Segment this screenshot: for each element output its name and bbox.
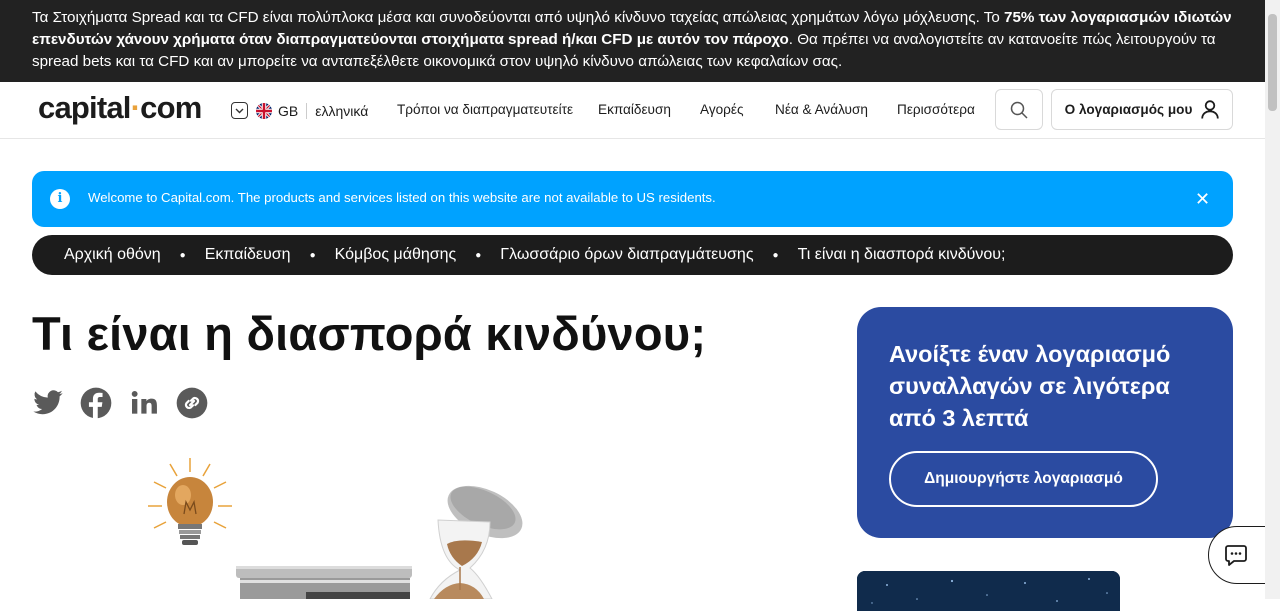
copy-link-icon[interactable] [176,387,208,419]
search-button[interactable] [995,89,1043,130]
breadcrumb-glossary[interactable]: Γλωσσάριο όρων διαπραγμάτευσης [500,246,753,264]
promo-banner-image[interactable] [857,571,1120,611]
user-icon [1201,100,1220,119]
nav-markets[interactable]: Αγορές [700,102,744,117]
region-code: GB [278,102,299,119]
chat-button[interactable] [1208,526,1268,584]
nav-more[interactable]: Περισσότερα [897,102,975,117]
breadcrumb: Αρχική οθόνη ● Εκπαίδευση ● Κόμβος μάθησης… [32,235,1233,275]
scrollbar-thumb[interactable] [1268,14,1277,111]
breadcrumb-current: Τι είναι η διασπορά κινδύνου; [797,246,1006,263]
nav-education[interactable]: Εκπαίδευση [598,102,671,117]
page-scrollbar[interactable] [1265,0,1280,599]
linkedin-icon[interactable] [128,387,160,419]
nav-news-analysis[interactable]: Νέα & Ανάλυση [775,102,868,117]
risk-illustration [148,458,523,599]
capital-com-logo[interactable]: capital·com [38,90,202,126]
us-residents-notice: i Welcome to Capital.com. The products a… [32,171,1233,227]
breadcrumb-learning-hub[interactable]: Κόμβος μάθησης [335,246,457,264]
breadcrumb-education[interactable]: Εκπαίδευση [205,246,291,264]
nav-ways-to-trade[interactable]: Τρόποι να διαπραγματευτείτε [397,102,573,117]
language-selector[interactable]: GB ελληνικά [231,102,368,119]
notice-text: Welcome to Capital.com. The products and… [88,190,716,205]
risk-text-1: Τα Στοιχήματα Spread και τα CFD είναι πο… [32,9,1005,26]
breadcrumb-home[interactable]: Αρχική οθόνη [64,246,161,264]
my-account-button[interactable]: Ο λογαριασμός μου [1051,89,1233,130]
page-title: Τι είναι η διασπορά κινδύνου; [32,307,707,360]
uk-flag-icon [256,102,272,119]
twitter-icon[interactable] [32,387,64,419]
signup-heading: Ανοίξτε έναν λογαριασμό συναλλαγών σε λι… [889,341,1171,431]
close-icon[interactable]: ✕ [1195,189,1210,210]
chat-icon [1225,545,1247,566]
signup-card: Ανοίξτε έναν λογαριασμό συναλλαγών σε λι… [857,307,1233,538]
search-icon [1010,101,1028,119]
risk-warning-banner: Τα Στοιχήματα Spread και τα CFD είναι πο… [0,0,1265,82]
facebook-icon[interactable] [80,387,112,419]
language-label: ελληνικά [315,102,369,119]
divider [306,102,308,119]
info-icon: i [50,189,70,209]
chevron-down-icon [231,102,248,119]
my-account-label: Ο λογαριασμός μου [1064,102,1193,117]
create-account-button[interactable]: Δημιουργήστε λογαριασμό [889,451,1158,507]
